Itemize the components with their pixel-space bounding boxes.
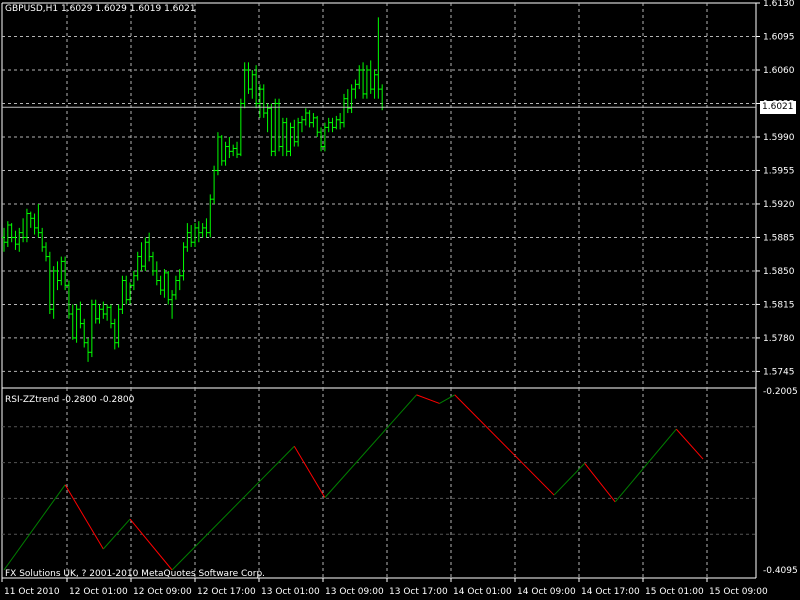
time-tick-label: 12 Oct 01:00 xyxy=(69,587,128,597)
zigzag-segment xyxy=(324,394,417,498)
time-tick-label: 14 Oct 17:00 xyxy=(581,587,640,597)
price-tick-label: 1.5780 xyxy=(763,334,795,344)
chart-window[interactable]: 1.61301.60951.60601.60251.59901.59551.59… xyxy=(0,0,800,600)
zigzag-segment xyxy=(293,445,326,498)
zigzag-segment xyxy=(439,394,456,404)
zigzag-segment xyxy=(553,463,585,496)
price-tick-label: 1.5955 xyxy=(763,166,795,176)
price-tick-label: 1.5815 xyxy=(763,300,795,310)
zigzag-segment xyxy=(171,445,295,571)
zigzag-segment xyxy=(584,463,616,503)
zigzag-segment xyxy=(454,394,555,496)
price-tick-label: 1.6095 xyxy=(763,32,795,42)
time-tick-label: 15 Oct 01:00 xyxy=(645,587,704,597)
zigzag-segment xyxy=(129,518,173,571)
price-tick-label: 1.5885 xyxy=(763,233,795,243)
indicator-tick-label: -0.2005 xyxy=(763,387,798,397)
zigzag-segment xyxy=(416,394,440,404)
time-tick-label: 11 Oct 2010 xyxy=(4,587,60,597)
time-tick-label: 14 Oct 01:00 xyxy=(453,587,512,597)
price-header: GBPUSD,H1 1.6029 1.6029 1.6019 1.6021 xyxy=(5,4,196,14)
zigzag-segment xyxy=(102,518,131,550)
time-tick-label: 13 Oct 17:00 xyxy=(389,587,448,597)
time-tick-label: 13 Oct 09:00 xyxy=(325,587,384,597)
price-tick-label: 1.6060 xyxy=(763,66,795,76)
time-tick-label: 14 Oct 09:00 xyxy=(517,587,576,597)
price-tick-label: 1.5920 xyxy=(763,200,795,210)
time-tick-label: 13 Oct 01:00 xyxy=(261,587,320,597)
zigzag-segment xyxy=(614,428,677,503)
time-tick-label: 15 Oct 09:00 xyxy=(709,587,768,597)
zigzag-segment xyxy=(675,428,704,460)
indicator-tick-label: -0.4095 xyxy=(763,566,798,576)
zigzag-segment xyxy=(3,484,66,571)
time-tick-label: 12 Oct 09:00 xyxy=(133,587,192,597)
price-tick-label: 1.5850 xyxy=(763,267,795,277)
chart-canvas[interactable]: 1.61301.60951.60601.60251.59901.59551.59… xyxy=(0,0,800,600)
price-tick-label: 1.5990 xyxy=(763,133,795,143)
current-price-marker: 1.6021 xyxy=(760,101,796,115)
price-tick-label: 1.5745 xyxy=(763,367,795,377)
zigzag-segment xyxy=(64,484,104,550)
copyright-text: FX Solutions UK, ? 2001-2010 MetaQuotes … xyxy=(5,569,266,579)
price-tick-label: 1.6130 xyxy=(763,0,795,9)
indicator-header: RSI-ZZtrend -0.2800 -0.2800 xyxy=(5,395,135,405)
time-tick-label: 12 Oct 17:00 xyxy=(197,587,256,597)
